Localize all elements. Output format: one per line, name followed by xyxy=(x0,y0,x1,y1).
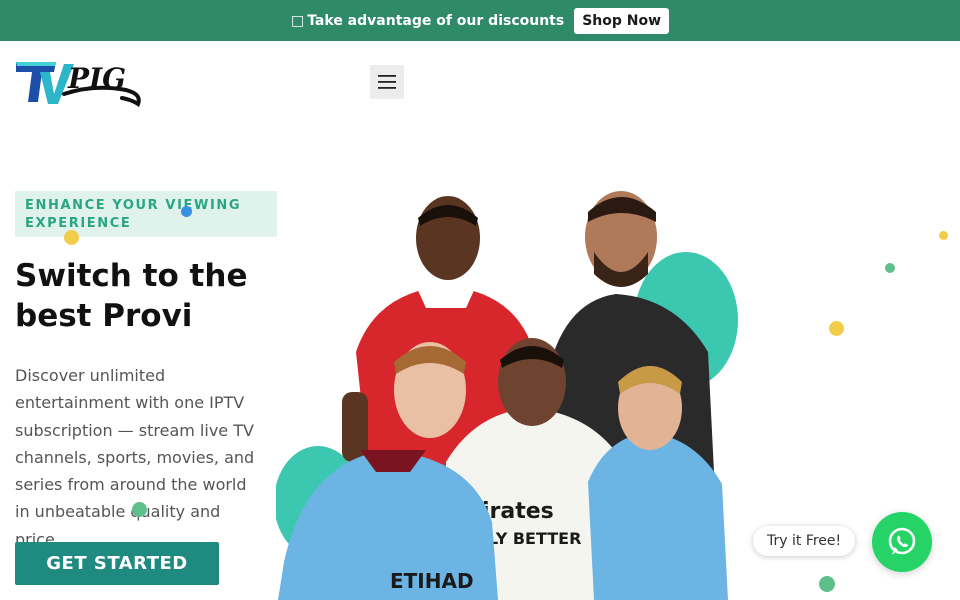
tag-icon: □ xyxy=(290,12,305,29)
decor-dot xyxy=(132,502,147,517)
football-players-image: irates LY BETTER ETIHAD xyxy=(276,191,738,600)
hero-eyebrow: ENHANCE YOUR VIEWING EXPERIENCE xyxy=(15,191,277,237)
svg-text:ETIHAD: ETIHAD xyxy=(390,569,474,593)
decor-dot xyxy=(181,206,192,217)
svg-text:LY BETTER: LY BETTER xyxy=(488,529,581,548)
whatsapp-chat-button[interactable] xyxy=(872,512,932,572)
hero-headline: Switch to the best Provi xyxy=(15,258,248,334)
decor-dot xyxy=(885,263,895,273)
get-started-button[interactable]: GET STARTED xyxy=(15,542,219,585)
svg-text:irates: irates xyxy=(482,499,554,524)
hero-description: Discover unlimited entertainment with on… xyxy=(15,366,255,549)
decor-dot xyxy=(829,321,844,336)
hamburger-icon xyxy=(378,75,396,89)
site-logo[interactable]: PIG xyxy=(14,54,142,110)
decor-dot xyxy=(939,231,948,240)
logo-graphic: PIG xyxy=(16,62,141,108)
chat-prompt-label[interactable]: Try it Free! xyxy=(753,526,856,556)
shop-now-button[interactable]: Shop Now xyxy=(574,7,670,34)
promo-bar: □ Take advantage of our discounts Shop N… xyxy=(0,0,960,41)
whatsapp-icon xyxy=(888,527,916,555)
menu-toggle-button[interactable] xyxy=(370,65,404,99)
promo-text: Take advantage of our discounts xyxy=(307,12,565,29)
decor-dot xyxy=(64,230,79,245)
decor-dot xyxy=(819,576,835,592)
